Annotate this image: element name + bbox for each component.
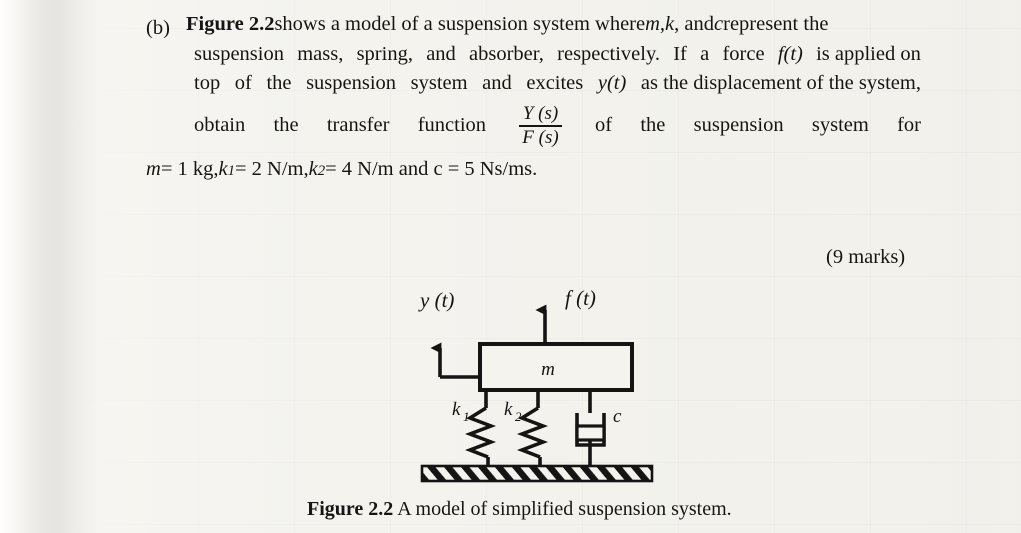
- line4-word-2: transfer: [326, 113, 390, 136]
- force-function-label: f(t): [777, 42, 803, 65]
- question-line-4: obtain the transfer function Y (s) F (s)…: [194, 102, 921, 149]
- fraction-numerator: Y (s): [522, 102, 559, 124]
- line4-tail-word-0: of: [594, 113, 613, 136]
- question-block: (b) Figure 2.2 shows a model of a suspen…: [146, 14, 921, 180]
- ground-hatch-fill: [420, 464, 654, 483]
- marks-allocation: (9 marks): [826, 246, 906, 268]
- param-k1-symbol: k: [218, 158, 228, 181]
- param-k1-subscript: 1: [227, 163, 235, 180]
- line2-word-7: a: [700, 42, 710, 65]
- label-damper-c: c: [613, 406, 622, 427]
- symbol-m-inline: m: [645, 13, 660, 35]
- label-y-of-t: y (t): [418, 288, 454, 312]
- line3-word-2: the: [266, 72, 292, 94]
- line3-tail: as the displacement of the system,: [640, 72, 921, 94]
- param-k2-value: = 4 N/m and c = 5 Ns/ms.: [325, 158, 538, 181]
- question-line-1-text-d: represent the: [723, 13, 829, 35]
- figure-caption: Figure 2.2 A model of simplified suspens…: [307, 498, 732, 521]
- line4-word-1: the: [273, 113, 299, 136]
- line4-word-3: function: [417, 113, 487, 136]
- line2-word-4: absorber,: [469, 42, 544, 65]
- mass-block: [478, 342, 634, 392]
- label-f-of-t: f (t): [565, 286, 596, 310]
- label-mass-m: m: [541, 359, 555, 380]
- line4-tail-word-2: suspension: [693, 113, 784, 136]
- damper-piston: [575, 424, 606, 442]
- transfer-function-fraction: Y (s) F (s): [519, 102, 562, 149]
- line4-word-0: obtain: [194, 113, 246, 136]
- label-spring-k1-sub: 1: [463, 409, 470, 424]
- fraction-denominator: F (s): [522, 126, 559, 148]
- line2-word-5: respectively.: [557, 42, 660, 65]
- question-line-1: Figure 2.2 shows a model of a suspension…: [186, 14, 921, 35]
- line2-word-2: spring,: [356, 42, 413, 65]
- line4-tail-word-3: system: [811, 113, 869, 136]
- label-spring-k2-sub: 2: [515, 409, 522, 424]
- page-content: (b) Figure 2.2 shows a model of a suspen…: [0, 0, 1021, 533]
- question-line-1-text-a: shows a model of a suspension system whe…: [274, 13, 646, 35]
- line3-word-4: system: [410, 72, 468, 94]
- line2-tail: is applied on: [816, 42, 921, 65]
- line2-word-0: suspension: [194, 42, 284, 65]
- displacement-function-label: y(t): [597, 72, 627, 94]
- question-line-5-parameters: m = 1 kg, k1 = 2 N/m, k2 = 4 N/m and c =…: [146, 159, 921, 180]
- label-spring-k1: k: [452, 399, 461, 420]
- line4-tail-word-4: for: [897, 113, 921, 136]
- symbol-k-inline: k: [665, 13, 675, 35]
- k2-spring-coil: [516, 406, 549, 459]
- k1-spring-coil: [464, 406, 497, 459]
- param-m-symbol: m: [146, 158, 161, 181]
- label-spring-k2: k: [504, 399, 513, 420]
- figure-reference-bold: Figure 2.2: [186, 13, 275, 35]
- ground-support: [420, 464, 654, 483]
- line2-word-3: and: [426, 42, 456, 65]
- question-line-1-text-c: , and: [674, 13, 715, 35]
- param-k2-symbol: k: [308, 158, 318, 181]
- question-line-3: top of the suspension system and excites…: [194, 73, 921, 94]
- line3-word-3: suspension: [306, 72, 397, 94]
- line2-word-1: mass,: [297, 42, 344, 65]
- line3-word-5: and: [482, 72, 512, 94]
- figure-caption-number: Figure 2.2: [307, 498, 394, 520]
- line3-word-0: top: [194, 72, 221, 94]
- question-part-label: (b): [146, 17, 170, 39]
- line2-word-6: If: [673, 42, 687, 65]
- symbol-c-inline: c: [714, 13, 724, 35]
- line3-word-6: excites: [526, 72, 584, 94]
- question-line-2: suspension mass, spring, and absorber, r…: [194, 42, 921, 65]
- param-m-value: = 1 kg,: [160, 158, 219, 181]
- suspension-system-diagram: y (t) f (t) m k 1 k 2 c: [410, 285, 680, 485]
- param-k2-subscript: 2: [317, 163, 326, 180]
- line2-word-8: force: [722, 42, 765, 65]
- figure-caption-text: A model of simplified suspension system.: [393, 498, 732, 520]
- line4-tail-word-1: the: [640, 113, 666, 136]
- scanned-page: (b) Figure 2.2 shows a model of a suspen…: [0, 0, 1021, 533]
- param-k1-value: = 2 N/m,: [234, 158, 309, 181]
- line3-word-1: of: [234, 72, 252, 94]
